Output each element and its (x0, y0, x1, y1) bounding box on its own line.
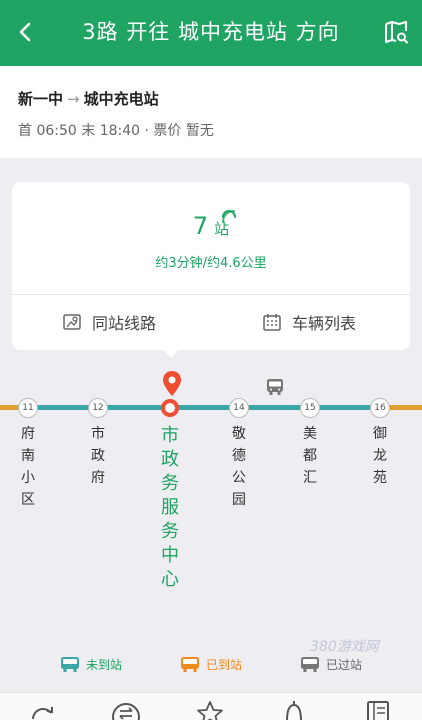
bus-icon (267, 379, 283, 395)
origin-station: 新一中 (18, 90, 64, 108)
legend-arrived: 已到站 (180, 656, 242, 673)
route-endpoints: 新一中 → 城中充电站 (18, 88, 159, 109)
vehicle-list-button[interactable]: 车辆列表 (262, 310, 356, 334)
bottom-toolbar (0, 692, 422, 720)
current-station-marker[interactable] (161, 399, 179, 417)
legend-passed: 已过站 (300, 656, 362, 673)
station-marker[interactable]: 11 (18, 398, 38, 418)
legend-arrived-label: 已到站 (206, 658, 243, 672)
refresh-icon[interactable] (27, 699, 57, 720)
arrival-card: 7站 约3分钟/约4.6公里 同站线路 车辆列表 (12, 182, 410, 350)
station-name[interactable]: 敬德公园 (229, 423, 249, 511)
route-line-left (0, 405, 18, 410)
same-station-lines-button[interactable]: 同站线路 (62, 310, 156, 334)
station-name[interactable]: 府南小区 (18, 423, 38, 511)
same-station-lines-label: 同站线路 (92, 314, 157, 333)
swap-direction-icon[interactable] (111, 699, 141, 720)
card-divider (12, 294, 410, 295)
station-marker[interactable]: 14 (229, 398, 249, 418)
station-marker[interactable]: 16 (370, 398, 390, 418)
calendar-icon (263, 314, 281, 331)
card-pointer (163, 349, 179, 358)
stops-count: 7 (192, 212, 209, 240)
stops-away: 7站 (12, 212, 410, 240)
route-info-panel: 新一中 → 城中充电站 首 06:50 末 18:40 · 票价 暂无 (0, 66, 422, 158)
station-name[interactable]: 市政府 (88, 423, 108, 489)
legend-not-arrived-label: 未到站 (86, 658, 123, 672)
bus-gray-icon (301, 657, 319, 672)
eta-text: 约3分钟/约4.6公里 (155, 256, 267, 271)
map-search-icon[interactable] (382, 18, 410, 46)
station-marker[interactable]: 15 (300, 398, 320, 418)
route-arrow: → (67, 90, 80, 108)
page-title: 3路 开往 城中充电站 方向 (82, 20, 340, 44)
timetable-icon[interactable] (363, 699, 393, 720)
route-line-right (388, 405, 422, 410)
legend-passed-label: 已过站 (326, 658, 363, 672)
vehicle-list-label: 车辆列表 (292, 314, 357, 333)
service-times: 首 06:50 末 18:40 · 票价 暂无 (18, 123, 214, 139)
star-icon[interactable] (195, 699, 225, 720)
bell-icon[interactable] (279, 699, 309, 720)
realtime-signal-icon (222, 210, 236, 223)
station-name[interactable]: 美都汇 (300, 423, 320, 489)
route-line-main (18, 405, 388, 410)
station-name[interactable]: 御龙苑 (370, 423, 390, 489)
app-header: 3路 开往 城中充电站 方向 (0, 0, 422, 66)
map-pin-icon (63, 314, 81, 330)
destination-station: 城中充电站 (83, 90, 159, 108)
station-marker[interactable]: 12 (88, 398, 108, 418)
current-location-pin-icon (163, 371, 181, 396)
legend-not-arrived: 未到站 (60, 656, 122, 673)
current-station-name[interactable]: 市政务服务中心 (159, 424, 181, 592)
watermark: 380游戏网 (310, 639, 379, 655)
bus-orange-icon (181, 657, 199, 672)
bus-teal-icon (61, 657, 79, 672)
